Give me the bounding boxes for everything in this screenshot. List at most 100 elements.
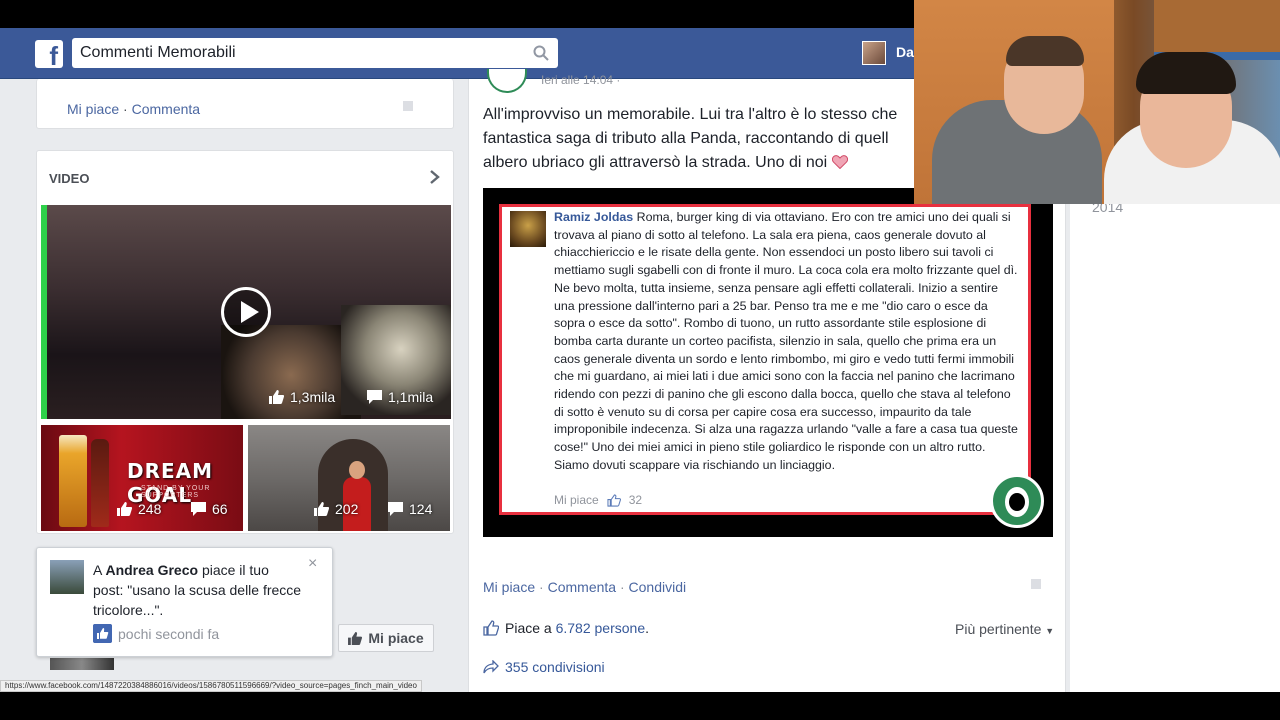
heart-icon	[831, 155, 848, 169]
comment-sort-label: Più pertinente	[955, 621, 1042, 637]
person-head	[349, 461, 365, 479]
thumbs-up-icon	[314, 502, 329, 516]
notification-avatar	[50, 560, 84, 594]
notification-time-text: pochi secondi fa	[118, 625, 220, 642]
post-text-line-text: albero ubriaco gli attraversò la strada.…	[483, 154, 832, 171]
separator: ·	[119, 101, 132, 117]
notification-toast[interactable]: A Andrea Greco piace il tuo post: "usano…	[36, 547, 333, 657]
post-share-link[interactable]: Condividi	[629, 579, 687, 595]
commenti-memorabili-logo	[990, 474, 1044, 528]
post-comment-link[interactable]: Commenta	[548, 579, 616, 595]
video-comment-count-text: 66	[212, 501, 228, 517]
comment-icon	[191, 502, 206, 516]
thumbs-up-icon	[607, 493, 621, 507]
video-comment-count-text: 1,1mila	[388, 389, 434, 405]
thumbs-up-icon	[348, 631, 363, 645]
comment-link[interactable]: Commenta	[132, 101, 200, 117]
video-section-title: VIDEO	[49, 171, 90, 186]
profile-avatar[interactable]	[862, 41, 886, 65]
likes-suffix: .	[645, 620, 650, 636]
embedded-like-count: 32	[628, 493, 643, 507]
like-badge-icon	[93, 624, 112, 643]
webcam-overlay	[914, 0, 1280, 204]
bunk-bed	[1154, 0, 1280, 60]
video-comment-count: 66	[191, 501, 228, 517]
beer-bottle	[91, 439, 109, 527]
thumbs-up-icon	[269, 390, 284, 404]
video-edge	[41, 205, 47, 419]
comment-icon	[388, 502, 403, 516]
logo-face	[1005, 487, 1029, 517]
chevron-right-icon[interactable]	[429, 169, 441, 185]
post-shares[interactable]: 355 condivisioni	[483, 659, 605, 675]
thumbnail-brand-title: DREAM GOAL	[127, 459, 214, 507]
status-bar-url: https://www.facebook.com/148722038488601…	[0, 680, 422, 692]
post-text: All'improvviso un memorabile. Lui tra l'…	[483, 103, 943, 175]
person-left-hair	[1006, 36, 1084, 66]
profile-name[interactable]: Da	[896, 44, 914, 60]
comment-icon	[367, 390, 382, 404]
close-icon[interactable]: ×	[308, 556, 320, 572]
embedded-like-label: Mi piace	[554, 493, 599, 507]
person-right-hair	[1136, 52, 1236, 94]
comment-author-avatar	[510, 211, 546, 247]
notification-time: pochi secondi fa	[93, 624, 219, 643]
page-like-label: Mi piace	[368, 630, 424, 646]
previous-post-actions: Mi piace · Commenta	[67, 101, 200, 117]
video-like-count: 202	[314, 501, 358, 517]
likes-prefix: Piace a	[505, 620, 556, 636]
video-frame: f Da Mi piace · Commenta VIDEO	[0, 0, 1280, 720]
video-comment-count: 124	[388, 501, 432, 517]
thumbnail-brand-subtitle: STAND BY YOUR SUPPORTERS	[141, 485, 211, 499]
post-text-line: fantastica saga di tributo alla Panda, r…	[483, 130, 889, 147]
embedded-comment-text: Ramiz Joldas Roma, burger king di via ot…	[554, 209, 1018, 475]
search-icon[interactable]	[532, 44, 550, 62]
caret-down-icon: ▼	[1045, 626, 1055, 636]
video-like-count: 248	[117, 501, 161, 517]
post-likes-summary: Piace a 6.782 persone.	[483, 620, 649, 636]
flag-icon[interactable]	[1031, 579, 1041, 589]
post-text-line: albero ubriaco gli attraversò la strada.…	[483, 151, 943, 175]
separator: ·	[535, 579, 548, 595]
featured-video[interactable]: 1,3mila 1,1mila	[41, 205, 451, 419]
comment-sort-select[interactable]: Più pertinente ▼	[955, 621, 1054, 637]
embedded-comment-footer: Mi piace 32	[554, 493, 642, 507]
video-comment-count-text: 124	[409, 501, 433, 517]
video-like-count-text: 1,3mila	[290, 389, 336, 405]
post-like-link[interactable]: Mi piace	[483, 579, 535, 595]
share-icon	[483, 660, 499, 674]
video-section: VIDEO 1,3mila 1,1mila DREAM GOAL STAND B…	[36, 150, 454, 534]
beer-glass	[59, 435, 87, 527]
page-like-button[interactable]: Mi piace	[338, 624, 434, 652]
previous-post-card: Mi piace · Commenta	[36, 79, 454, 129]
likes-count[interactable]: 6.782 persone	[556, 620, 646, 636]
flag-icon[interactable]	[403, 101, 413, 111]
embedded-comment-screenshot: Ramiz Joldas Roma, burger king di via ot…	[499, 204, 1031, 515]
thumbs-up-icon	[483, 620, 499, 636]
page-avatar[interactable]	[487, 69, 527, 93]
video-like-count-text: 248	[138, 501, 162, 517]
play-icon[interactable]	[221, 287, 271, 337]
shares-count[interactable]: 355 condivisioni	[505, 659, 605, 675]
like-link[interactable]: Mi piace	[67, 101, 119, 117]
notification-text[interactable]: A Andrea Greco piace il tuo post: "usano…	[93, 560, 303, 620]
embedded-comment-body: Roma, burger king di via ottaviano. Ero …	[554, 210, 1018, 472]
video-thumbnail[interactable]: DREAM GOAL STAND BY YOUR SUPPORTERS 248 …	[41, 425, 243, 531]
video-like-count-text: 202	[335, 501, 359, 517]
facebook-logo-icon[interactable]: f	[35, 40, 63, 68]
search-input[interactable]	[72, 38, 512, 68]
post-text-line: All'improvviso un memorabile. Lui tra l'…	[483, 106, 898, 123]
video-thumbnail[interactable]: 202 124	[248, 425, 450, 531]
thumbs-up-icon	[117, 502, 132, 516]
video-comment-count: 1,1mila	[367, 389, 433, 405]
partial-thumbnail	[50, 658, 114, 670]
notification-user[interactable]: Andrea Greco	[105, 562, 198, 578]
post-timestamp[interactable]: Ieri alle 14:04 ·	[541, 73, 620, 87]
post-actions: Mi piace · Commenta · Condividi	[483, 579, 686, 595]
notification-prefix: A	[93, 562, 106, 578]
post-image[interactable]: Ramiz Joldas Roma, burger king di via ot…	[483, 188, 1053, 537]
search-box[interactable]	[72, 38, 558, 68]
video-like-count: 1,3mila	[269, 389, 335, 405]
separator: ·	[616, 579, 629, 595]
embedded-comment-author: Ramiz Joldas	[554, 210, 634, 224]
